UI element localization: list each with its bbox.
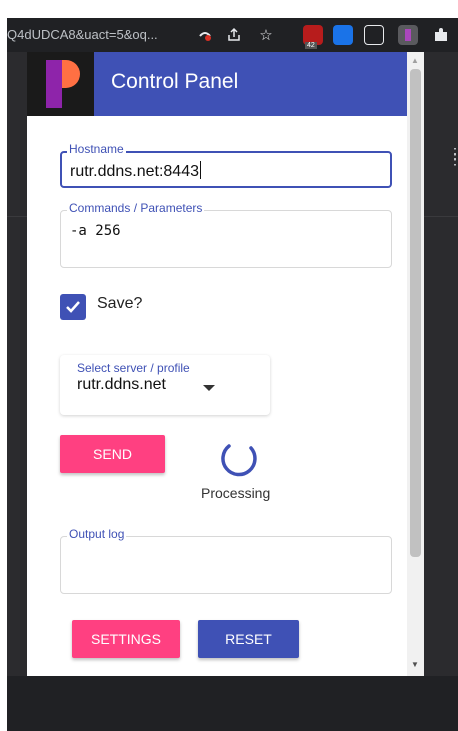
popup-header: Control Panel — [27, 52, 407, 116]
commands-label: Commands / Parameters — [67, 201, 205, 215]
scrollbar[interactable]: ▲ ▼ — [407, 52, 424, 676]
page-title: Control Panel — [111, 70, 239, 93]
hostname-value: rutr.ddns.net:8443 — [70, 163, 199, 180]
hostname-label: Hostname — [67, 142, 126, 156]
server-select-value: rutr.ddns.net — [77, 376, 166, 393]
commands-value: -a 256 — [70, 223, 121, 239]
logo-stem — [46, 60, 62, 108]
output-log-field[interactable] — [60, 536, 392, 594]
save-label: Save? — [97, 295, 143, 312]
save-checkbox[interactable] — [60, 294, 86, 320]
browser-toolbar: Q4dUDCA8&uact=5&oq... ☆ 42 — [7, 18, 458, 52]
page-footer-area — [7, 676, 458, 731]
app-logo — [27, 52, 94, 116]
loading-spinner-icon — [221, 444, 257, 477]
status-text: Processing — [201, 485, 271, 501]
server-select[interactable]: Select server / profile rutr.ddns.net — [60, 355, 270, 415]
control-panel-popup: Control Panel ▲ ▼ rutr.ddns.net:8443 Hos… — [27, 52, 424, 676]
text-caret — [199, 161, 201, 179]
server-select-label: Select server / profile — [77, 361, 190, 375]
commands-field[interactable]: -a 256 — [60, 210, 392, 268]
ublock-icon[interactable]: 42 — [303, 25, 323, 49]
hostname-field[interactable]: rutr.ddns.net:8443 — [60, 151, 392, 188]
puzzle-icon[interactable] — [431, 25, 451, 45]
extension-popup-icon[interactable] — [398, 25, 418, 45]
reader-icon[interactable] — [364, 25, 384, 45]
output-log-label: Output log — [67, 527, 127, 541]
scroll-down-icon[interactable]: ▼ — [411, 660, 419, 669]
scroll-up-icon[interactable]: ▲ — [411, 56, 419, 65]
send-button[interactable]: SEND — [60, 435, 165, 473]
share-icon[interactable] — [224, 25, 244, 45]
incognito-blocked-icon[interactable] — [195, 25, 215, 45]
ublock-badge: 42 — [305, 42, 317, 49]
dropdown-arrow-icon — [203, 385, 215, 391]
reset-button[interactable]: RESET — [198, 620, 299, 658]
settings-button[interactable]: SETTINGS — [72, 620, 180, 658]
address-bar[interactable]: Q4dUDCA8&uact=5&oq... — [7, 27, 158, 42]
menu-dots-icon[interactable]: ⋮ ⋮ — [448, 146, 458, 166]
checkmark-icon — [66, 301, 80, 313]
scroll-thumb[interactable] — [410, 69, 421, 557]
logo-bowl — [62, 60, 80, 88]
star-icon[interactable]: ☆ — [256, 25, 276, 45]
translate-icon[interactable] — [333, 25, 353, 45]
